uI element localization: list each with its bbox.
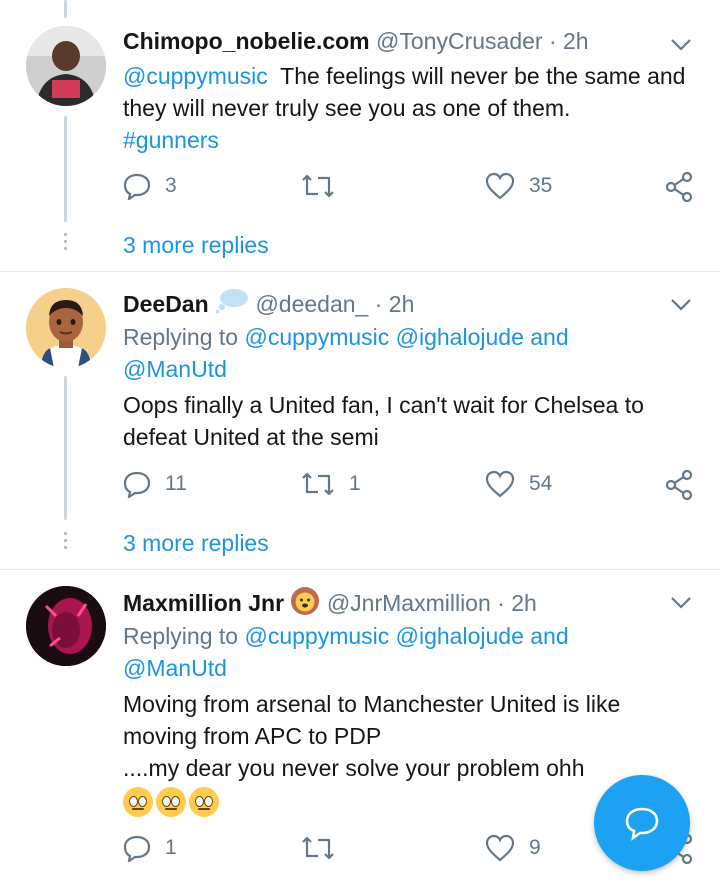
retweet-icon — [302, 836, 334, 860]
display-name[interactable]: Maxmillion Jnr — [123, 590, 284, 616]
replying-label: Replying to — [123, 623, 245, 649]
tweet[interactable]: DeeDan @deedan_ · 2h Replying to @cuppym… — [0, 272, 720, 568]
replying-mention[interactable]: @ManUtd — [123, 655, 227, 681]
reply-count: 11 — [165, 472, 187, 495]
like-count: 54 — [529, 472, 553, 495]
like-button[interactable]: 54 — [485, 470, 552, 498]
hashtag-link[interactable]: #gunners — [123, 127, 219, 153]
retweet-button[interactable] — [301, 834, 349, 862]
mention-link[interactable]: @cuppymusic — [123, 63, 268, 89]
chevron-down-icon[interactable] — [670, 596, 692, 610]
retweet-button[interactable] — [301, 172, 349, 200]
like-icon — [485, 834, 515, 862]
retweet-icon — [302, 472, 334, 496]
reply-button[interactable]: 3 — [123, 172, 177, 200]
replying-to: Replying to @cuppymusic @ighalojude and … — [123, 321, 690, 385]
chevron-down-icon[interactable] — [670, 38, 692, 52]
retweet-icon — [302, 174, 334, 198]
more-replies-link[interactable]: 3 more replies — [123, 530, 269, 557]
replying-to: Replying to @cuppymusic @ighalojude and … — [123, 620, 690, 684]
reply-button[interactable]: 1 — [123, 834, 177, 862]
timestamp[interactable]: 2h — [389, 291, 415, 317]
user-handle[interactable]: @JnrMaxmillion — [327, 590, 491, 616]
reply-count: 3 — [165, 174, 177, 197]
lion-emoji-icon — [291, 587, 320, 615]
separator-dot: · — [548, 28, 557, 54]
display-name[interactable]: Chimopo_nobelie.com — [123, 28, 370, 54]
replying-mention[interactable]: @ManUtd — [123, 356, 227, 382]
reply-count: 1 — [165, 836, 177, 859]
share-icon — [665, 470, 693, 500]
tweet-text-line: moving from APC to PDP — [123, 723, 382, 749]
avatar[interactable] — [26, 586, 106, 666]
retweet-button[interactable]: 1 — [301, 470, 361, 498]
replying-label: Replying to — [123, 324, 245, 350]
compose-reply-button[interactable] — [594, 775, 690, 871]
more-replies-link[interactable]: 3 more replies — [123, 232, 269, 259]
like-count: 35 — [529, 174, 553, 197]
like-button[interactable]: 9 — [485, 834, 541, 862]
tweet-text: Oops finally a United fan, I can't wait … — [123, 392, 644, 450]
user-handle[interactable]: @TonyCrusader — [376, 28, 543, 54]
share-button[interactable] — [665, 172, 693, 202]
timestamp[interactable]: 2h — [511, 590, 537, 616]
compose-icon — [625, 807, 659, 841]
tweet-text: @cuppymusic The feelings will never be t… — [123, 60, 690, 156]
replying-mentions[interactable]: @cuppymusic @ighalojude and — [244, 623, 568, 649]
reply-button[interactable]: 11 — [123, 470, 187, 498]
reply-icon — [123, 471, 151, 498]
face-with-rolling-eyes-emoji-icon — [156, 786, 186, 817]
user-handle[interactable]: @deedan_ — [255, 291, 368, 317]
tweet[interactable]: Chimopo_nobelie.com @TonyCrusader · 2h @… — [0, 0, 720, 270]
like-button[interactable]: 35 — [485, 172, 552, 200]
avatar[interactable] — [26, 288, 106, 368]
reply-icon — [123, 835, 151, 862]
timestamp[interactable]: 2h — [563, 28, 589, 54]
share-icon — [665, 172, 693, 202]
chevron-down-icon[interactable] — [670, 298, 692, 312]
avatar[interactable] — [26, 26, 106, 106]
like-icon — [485, 172, 515, 200]
separator-dot: · — [374, 291, 383, 317]
retweet-count: 1 — [349, 472, 361, 495]
tweet-text-line: Moving from arsenal to Manchester United… — [123, 691, 621, 717]
like-icon — [485, 470, 515, 498]
share-button[interactable] — [665, 470, 693, 500]
tweet-text-line: ....my dear you never solve your problem… — [123, 755, 585, 781]
display-name[interactable]: DeeDan — [123, 291, 209, 317]
like-count: 9 — [529, 836, 541, 859]
face-with-rolling-eyes-emoji-icon — [123, 786, 153, 817]
thought-bubble-emoji-icon — [215, 289, 249, 314]
separator-dot: · — [497, 590, 505, 616]
face-with-rolling-eyes-emoji-icon — [189, 786, 219, 817]
reply-icon — [123, 173, 151, 200]
replying-mentions[interactable]: @cuppymusic @ighalojude and — [244, 324, 568, 350]
